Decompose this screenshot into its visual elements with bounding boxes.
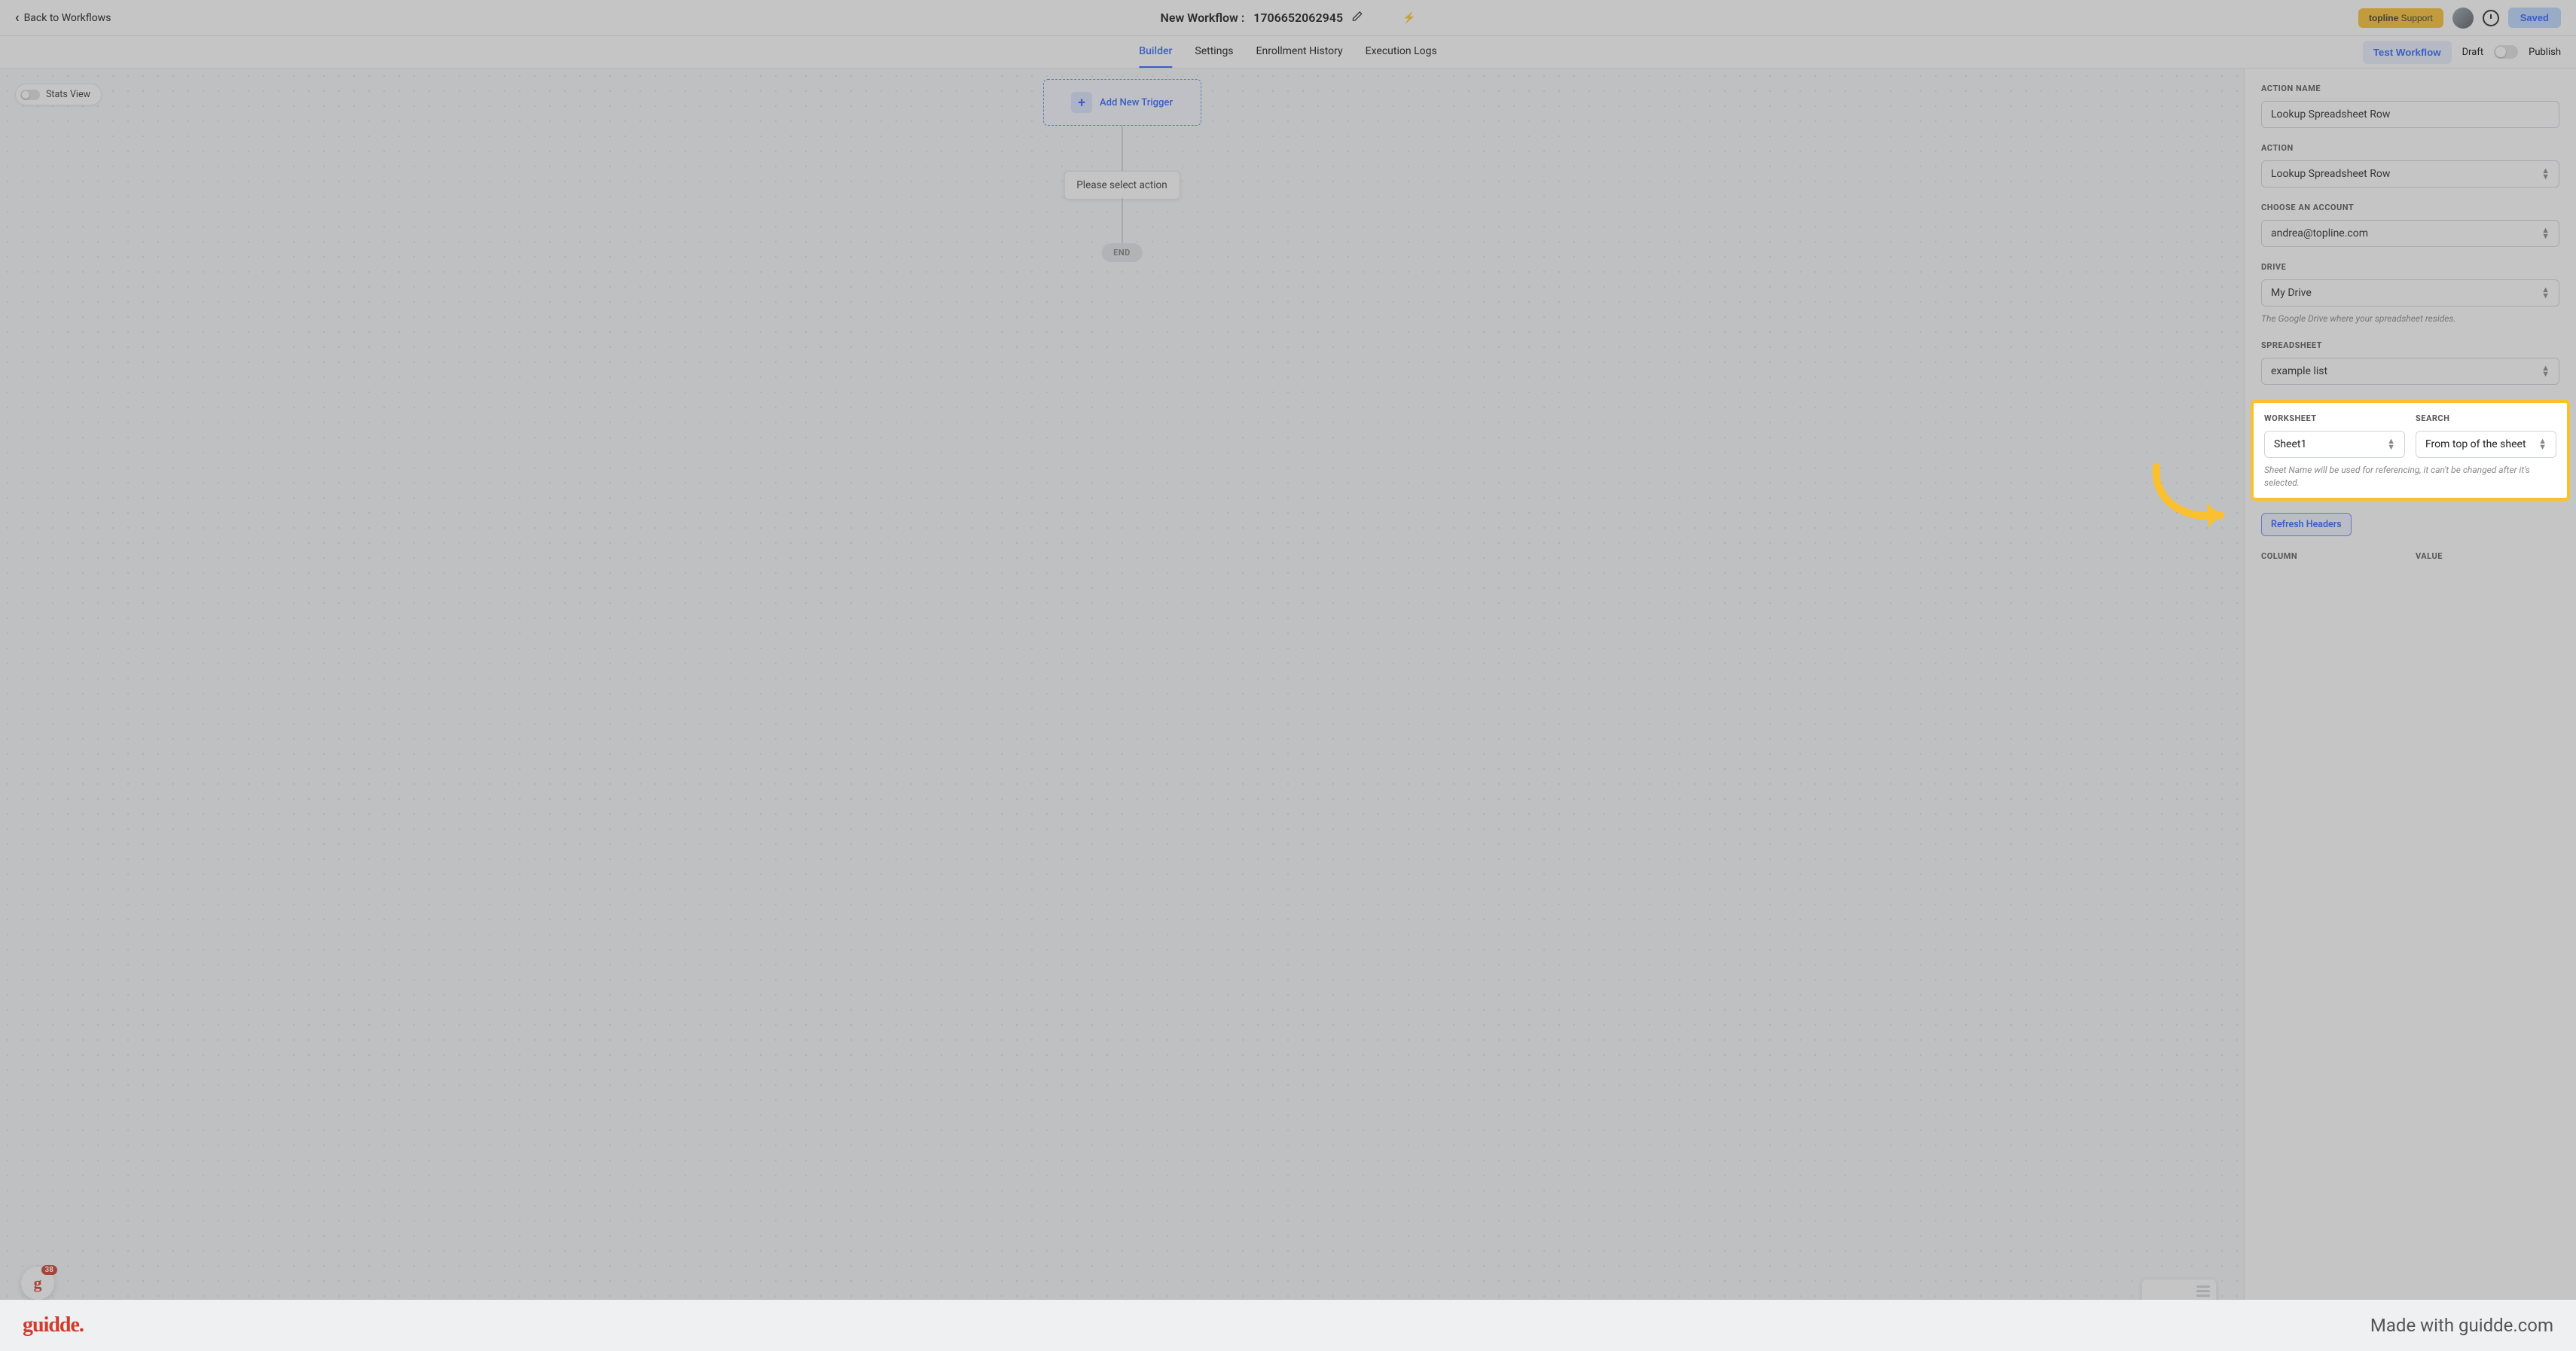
worksheet-highlight: WORKSHEET Sheet1 ▲▼ SEARCH From top of t… <box>2251 400 2570 502</box>
search-value: From top of the sheet <box>2425 438 2526 450</box>
select-caret-icon: ▲▼ <box>2541 365 2550 377</box>
stats-label: Stats View <box>46 89 90 100</box>
worksheet-label: WORKSHEET <box>2264 413 2405 423</box>
drive-group: DRIVE My Drive ▲▼ The Google Drive where… <box>2261 262 2559 325</box>
title-prefix: New Workflow : <box>1161 11 1245 25</box>
search-select[interactable]: From top of the sheet ▲▼ <box>2416 431 2556 458</box>
guidde-logo: guidde. <box>23 1313 84 1337</box>
tab-settings[interactable]: Settings <box>1195 36 1233 68</box>
refresh-group: Refresh Headers <box>2261 513 2559 536</box>
column-label: COLUMN <box>2261 551 2405 561</box>
spreadsheet-select[interactable]: example list ▲▼ <box>2261 358 2559 385</box>
app-header: ‹ Back to Workflows New Workflow : 17066… <box>0 0 2576 36</box>
edit-title-icon[interactable] <box>1352 11 1363 25</box>
saved-button[interactable]: Saved <box>2508 8 2561 28</box>
select-caret-icon: ▲▼ <box>2538 438 2547 450</box>
select-caret-icon: ▲▼ <box>2541 227 2550 239</box>
action-name-value: Lookup Spreadsheet Row <box>2271 108 2390 120</box>
worksheet-select[interactable]: Sheet1 ▲▼ <box>2264 431 2405 458</box>
spreadsheet-label: SPREADSHEET <box>2261 340 2559 350</box>
tabrow-right: Test Workflow Draft Publish <box>2363 41 2561 64</box>
support-label: Support <box>2401 13 2433 23</box>
minimap-bars-icon <box>2196 1285 2210 1297</box>
title-id: 1706652062945 <box>1253 11 1343 25</box>
support-button[interactable]: topline Support <box>2358 8 2443 28</box>
action-name-input[interactable]: Lookup Spreadsheet Row <box>2261 101 2559 128</box>
test-workflow-button[interactable]: Test Workflow <box>2363 41 2452 64</box>
drive-hint: The Google Drive where your spreadsheet … <box>2261 313 2559 325</box>
value-label: VALUE <box>2416 551 2559 561</box>
account-group: CHOOSE AN ACCOUNT andrea@topline.com ▲▼ <box>2261 203 2559 247</box>
bolt-icon: ⚡ <box>1402 12 1415 24</box>
tab-execution-logs[interactable]: Execution Logs <box>1366 36 1437 68</box>
avatar[interactable] <box>2452 8 2474 29</box>
account-value: andrea@topline.com <box>2271 227 2368 239</box>
column-col: COLUMN <box>2261 551 2405 569</box>
refresh-headers-button[interactable]: Refresh Headers <box>2261 513 2352 536</box>
spreadsheet-value: example list <box>2271 365 2327 377</box>
back-to-workflows-link[interactable]: ‹ Back to Workflows <box>15 10 111 26</box>
action-select[interactable]: Lookup Spreadsheet Row ▲▼ <box>2261 160 2559 188</box>
guidde-glyph-icon: g <box>34 1273 42 1293</box>
connector-line <box>1122 198 1123 243</box>
search-label: SEARCH <box>2416 413 2556 423</box>
select-caret-icon: ▲▼ <box>2541 168 2550 180</box>
account-label: CHOOSE AN ACCOUNT <box>2261 203 2559 212</box>
worksheet-row: WORKSHEET Sheet1 ▲▼ SEARCH From top of t… <box>2264 413 2556 458</box>
action-value: Lookup Spreadsheet Row <box>2271 168 2390 180</box>
header-right: topline Support Saved <box>2358 8 2561 29</box>
worksheet-col: WORKSHEET Sheet1 ▲▼ <box>2264 413 2405 458</box>
workflow-title: New Workflow : 1706652062945 ⚡ <box>1161 11 1416 25</box>
value-col: VALUE <box>2416 551 2559 569</box>
drive-label: DRIVE <box>2261 262 2559 272</box>
action-label: ACTION <box>2261 143 2559 153</box>
chevron-left-icon: ‹ <box>15 10 20 26</box>
side-panel: ACTION NAME Lookup Spreadsheet Row ACTIO… <box>2245 69 2576 1300</box>
made-with-label: Made with guidde.com <box>2370 1315 2553 1336</box>
draft-label: Draft <box>2462 47 2484 58</box>
connector-line <box>1122 126 1123 171</box>
spreadsheet-group: SPREADSHEET example list ▲▼ <box>2261 340 2559 385</box>
worksheet-value: Sheet1 <box>2274 438 2306 450</box>
bubble-count: 38 <box>41 1265 57 1275</box>
worksheet-hint: Sheet Name will be used for referencing,… <box>2264 464 2556 489</box>
add-trigger-label: Add New Trigger <box>1100 97 1173 108</box>
back-label: Back to Workflows <box>24 12 111 24</box>
help-bubble[interactable]: g 38 <box>21 1267 54 1300</box>
stats-toggle[interactable] <box>20 90 40 100</box>
support-brand: topline <box>2369 13 2398 23</box>
drive-value: My Drive <box>2271 287 2312 299</box>
tab-builder[interactable]: Builder <box>1139 36 1172 68</box>
tabs: Builder Settings Enrollment History Exec… <box>1139 36 1436 68</box>
select-caret-icon: ▲▼ <box>2387 438 2395 450</box>
column-value-row: COLUMN VALUE <box>2261 551 2559 569</box>
workflow-canvas[interactable]: Stats View + Add New Trigger Please sele… <box>0 69 2245 1300</box>
action-group: ACTION Lookup Spreadsheet Row ▲▼ <box>2261 143 2559 188</box>
add-trigger-box[interactable]: + Add New Trigger <box>1043 79 1201 126</box>
footer: guidde. Made with guidde.com <box>0 1300 2576 1351</box>
search-col: SEARCH From top of the sheet ▲▼ <box>2416 413 2556 458</box>
stats-view-pill[interactable]: Stats View <box>15 84 102 105</box>
action-name-label: ACTION NAME <box>2261 84 2559 93</box>
action-name-group: ACTION NAME Lookup Spreadsheet Row <box>2261 84 2559 128</box>
select-caret-icon: ▲▼ <box>2541 287 2550 299</box>
plus-icon: + <box>1071 92 1092 113</box>
tab-row: Builder Settings Enrollment History Exec… <box>0 36 2576 69</box>
drive-select[interactable]: My Drive ▲▼ <box>2261 279 2559 306</box>
publish-label: Publish <box>2529 47 2561 58</box>
publish-toggle[interactable] <box>2494 45 2518 59</box>
main: Stats View + Add New Trigger Please sele… <box>0 69 2576 1300</box>
history-icon[interactable] <box>2483 10 2499 26</box>
end-node: END <box>1101 243 1143 262</box>
tab-enrollment-history[interactable]: Enrollment History <box>1256 36 1343 68</box>
select-action-node[interactable]: Please select action <box>1064 171 1180 200</box>
account-select[interactable]: andrea@topline.com ▲▼ <box>2261 220 2559 247</box>
